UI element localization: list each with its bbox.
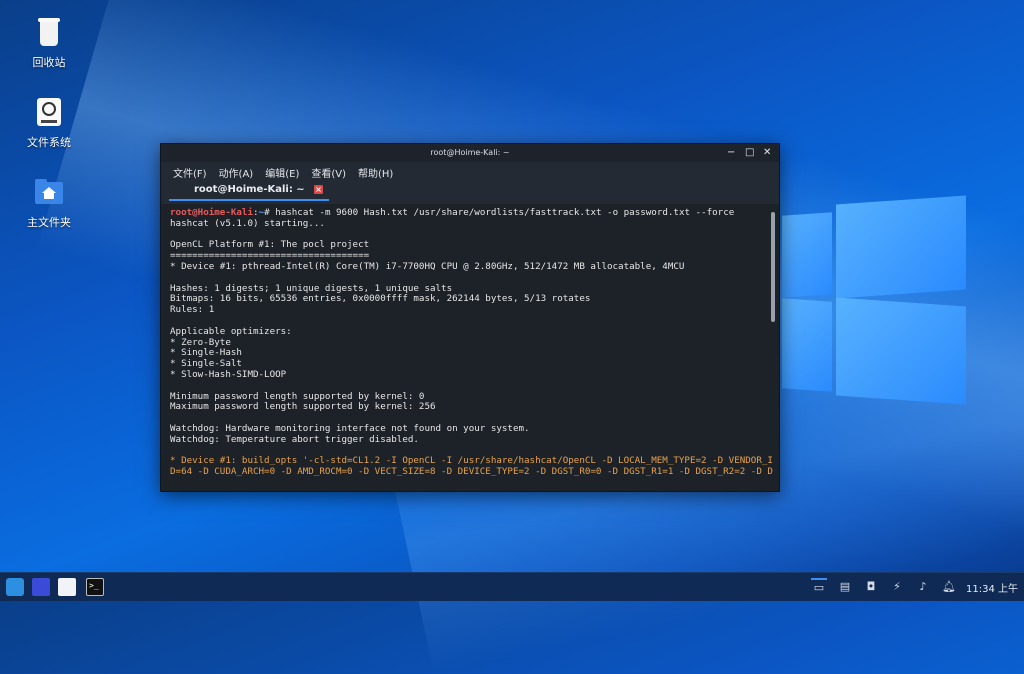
tab-bar: root@Hoime-Kali: ~ × <box>161 182 779 201</box>
power-icon[interactable]: ⚡ <box>889 579 905 595</box>
drive-icon <box>33 96 65 128</box>
output-line: hashcat (v5.1.0) starting... <box>170 217 325 229</box>
notification-icon[interactable]: 🔔︎ <box>941 579 957 595</box>
home-folder-icon <box>33 176 65 208</box>
desktop-icon-trash[interactable]: 回收站 <box>9 16 89 70</box>
prompt-symbol: # <box>264 207 276 218</box>
system-tray: ▭ ▤ ◘ ⚡ ♪ 🔔︎ 11:34 上午 <box>806 573 1024 601</box>
volume-icon[interactable]: ♪ <box>915 579 931 595</box>
menu-file[interactable]: 文件(F) <box>173 165 207 180</box>
file-manager-icon[interactable] <box>58 578 76 596</box>
tab-label: root@Hoime-Kali: ~ <box>194 184 305 195</box>
menu-edit[interactable]: 编辑(E) <box>265 165 299 180</box>
output-line: Maximum password length supported by ker… <box>170 401 436 413</box>
window-titlebar[interactable]: root@Hoime-Kali: ~ − □ ✕ <box>161 144 779 162</box>
kali-menu-icon[interactable] <box>6 578 24 596</box>
windows-logo-pane <box>782 212 832 298</box>
warning-line: D=64 -D CUDA_ARCH=0 -D AMD_ROCM=0 -D VEC… <box>170 466 773 478</box>
show-desktop-icon[interactable]: ▭ <box>811 578 827 596</box>
output-line: Bitmaps: 16 bits, 65536 entries, 0x0000f… <box>170 293 591 305</box>
network-icon[interactable]: ◘ <box>863 579 879 595</box>
tab-terminal[interactable]: root@Hoime-Kali: ~ × <box>169 182 329 201</box>
output-line: * Single-Hash <box>170 347 242 359</box>
trash-icon <box>33 16 65 48</box>
windows-logo-pane <box>836 297 966 405</box>
taskbar: >_ ▭ ▤ ◘ ⚡ ♪ 🔔︎ 11:34 上午 <box>0 572 1024 601</box>
output-line: * Device #1: pthread-Intel(R) Core(TM) i… <box>170 260 685 272</box>
minimize-button[interactable]: − <box>727 146 735 160</box>
keyboard-icon[interactable]: ▤ <box>837 579 853 595</box>
menu-help[interactable]: 帮助(H) <box>358 165 393 180</box>
scrollbar-thumb[interactable] <box>771 212 775 322</box>
output-line: * Zero-Byte <box>170 336 231 348</box>
menu-view[interactable]: 查看(V) <box>311 165 346 180</box>
desktop-icon-label: 回收站 <box>32 56 66 69</box>
desktop-icon-label: 文件系统 <box>27 136 71 149</box>
menu-action[interactable]: 动作(A) <box>219 165 254 180</box>
screenshot-icon[interactable] <box>32 578 50 596</box>
prompt-user: root@Hoime-Kali <box>170 207 253 218</box>
clock[interactable]: 11:34 上午 <box>966 580 1018 595</box>
terminal-window[interactable]: root@Hoime-Kali: ~ − □ ✕ 文件(F) 动作(A) 编辑(… <box>160 143 780 492</box>
output-line: Rules: 1 <box>170 304 215 316</box>
maximize-button[interactable]: □ <box>745 146 754 160</box>
desktop-icon-label: 主文件夹 <box>27 216 71 229</box>
output-line: Applicable optimizers: <box>170 325 292 337</box>
output-line: Watchdog: Temperature abort trigger disa… <box>170 433 419 445</box>
tab-close-icon[interactable]: × <box>314 185 323 194</box>
window-title: root@Hoime-Kali: ~ <box>430 148 510 157</box>
command-text: hashcat -m 9600 Hash.txt /usr/share/word… <box>275 207 735 218</box>
windows-logo-pane <box>836 195 966 299</box>
desktop-icon-home[interactable]: 主文件夹 <box>9 176 89 230</box>
terminal-output[interactable]: root@Hoime-Kali:~# hashcat -m 9600 Hash.… <box>161 204 779 491</box>
desktop-icon-filesystem[interactable]: 文件系统 <box>9 96 89 150</box>
terminal-icon[interactable]: >_ <box>86 578 104 596</box>
close-button[interactable]: ✕ <box>763 146 771 160</box>
output-line: * Slow-Hash-SIMD-LOOP <box>170 368 287 380</box>
windows-logo-pane <box>782 298 832 392</box>
menu-bar: 文件(F) 动作(A) 编辑(E) 查看(V) 帮助(H) <box>161 162 779 182</box>
